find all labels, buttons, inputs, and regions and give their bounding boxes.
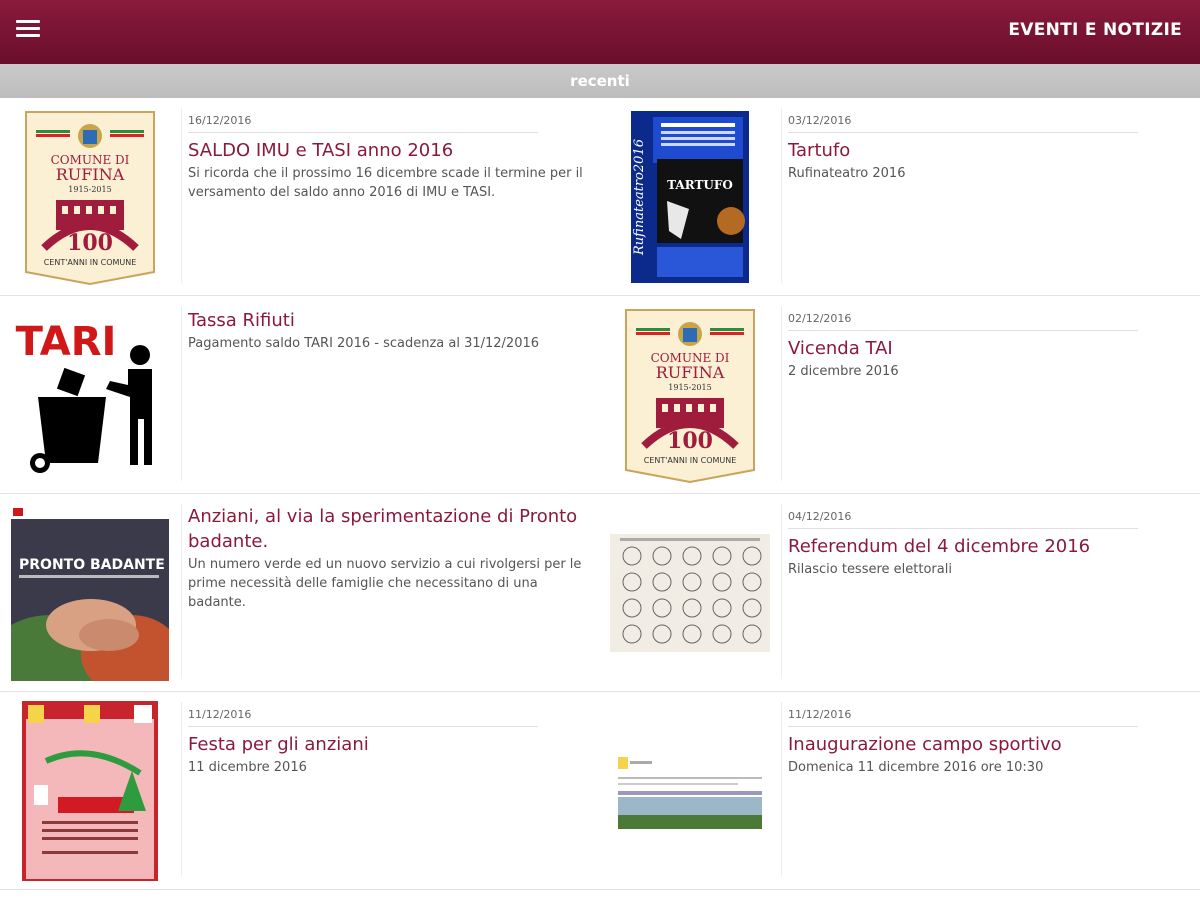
campo-sportivo-image — [610, 702, 770, 880]
item-title[interactable]: Referendum del 4 dicembre 2016 — [788, 534, 1188, 559]
news-item[interactable]: COMUNE DI RUFINA 1915-2015 100 CENT'ANNI… — [600, 296, 1200, 493]
item-title[interactable]: Anziani, al via la sperimentazione di Pr… — [188, 504, 588, 554]
item-description: 2 dicembre 2016 — [788, 364, 899, 379]
news-item[interactable]: 11/12/2016 Festa per gli anziani 11 dice… — [0, 692, 600, 889]
tari-image: TARI — [10, 306, 170, 484]
svg-text:100: 100 — [667, 428, 713, 454]
svg-text:PRONTO BADANTE: PRONTO BADANTE — [19, 557, 165, 573]
item-date: 11/12/2016 — [788, 708, 1138, 727]
news-item[interactable]: TARI Tassa Rifiuti Pagamento saldo TARI … — [0, 296, 600, 493]
svg-text:TARTUFO: TARTUFO — [667, 178, 733, 192]
festa-anziani-poster-image — [10, 701, 170, 881]
item-description: 11 dicembre 2016 — [188, 760, 307, 775]
item-title[interactable]: Tassa Rifiuti — [188, 308, 588, 333]
app-header: EVENTI E NOTIZIE — [0, 0, 1200, 64]
svg-text:TARI: TARI — [16, 319, 117, 365]
item-date: 11/12/2016 — [188, 708, 538, 727]
svg-text:CENT'ANNI IN COMUNE: CENT'ANNI IN COMUNE — [44, 258, 137, 267]
referendum-document-image — [610, 504, 770, 682]
pronto-badante-image: PRONTO BADANTE — [10, 504, 170, 682]
item-description: Rufinateatro 2016 — [788, 166, 906, 181]
news-item[interactable]: 11/12/2016 Inaugurazione campo sportivo … — [600, 692, 1200, 889]
item-description: Pagamento saldo TARI 2016 - scadenza al … — [188, 336, 540, 351]
hamburger-menu-icon[interactable] — [16, 20, 40, 40]
svg-text:1915-2015: 1915-2015 — [668, 383, 711, 392]
tartufo-poster-image: TARTUFO Rufinateatro2016 — [610, 108, 770, 286]
news-item[interactable]: 04/12/2016 Referendum del 4 dicembre 201… — [600, 494, 1200, 691]
item-description: Un numero verde ed un nuovo servizio a c… — [188, 557, 582, 610]
item-description: Rilascio tessere elettorali — [788, 562, 952, 577]
news-item[interactable]: TARTUFO Rufinateatro2016 03/12/2016 Tart… — [600, 98, 1200, 295]
item-title[interactable]: Tartufo — [788, 138, 1188, 163]
item-title[interactable]: Vicenda TAI — [788, 336, 1188, 361]
list-row: 11/12/2016 Festa per gli anziani 11 dice… — [0, 692, 1200, 890]
section-label: recenti — [570, 72, 630, 90]
list-row: PRONTO BADANTE Anziani, al via la sperim… — [0, 494, 1200, 692]
item-date: 16/12/2016 — [188, 114, 538, 133]
item-title[interactable]: Inaugurazione campo sportivo — [788, 732, 1188, 757]
svg-text:1915-2015: 1915-2015 — [68, 185, 111, 194]
section-header: recenti — [0, 64, 1200, 98]
svg-text:RUFINA: RUFINA — [656, 363, 725, 382]
item-date: 03/12/2016 — [788, 114, 1138, 133]
item-description: Domenica 11 dicembre 2016 ore 10:30 — [788, 760, 1044, 775]
item-date: 02/12/2016 — [788, 312, 1138, 331]
news-item[interactable]: PRONTO BADANTE Anziani, al via la sperim… — [0, 494, 600, 691]
item-description: Si ricorda che il prossimo 16 dicembre s… — [188, 166, 583, 200]
list-row: TARI Tassa Rifiuti Pagamento saldo TARI … — [0, 296, 1200, 494]
comune-logo-image: COMUNE DI RUFINA 1915-2015 100 CENT'ANNI… — [610, 306, 770, 484]
item-date: 04/12/2016 — [788, 510, 1138, 529]
svg-text:CENT'ANNI IN COMUNE: CENT'ANNI IN COMUNE — [644, 456, 737, 465]
svg-text:100: 100 — [67, 230, 113, 256]
comune-logo-image: COMUNE DI RUFINA 1915-2015 100 CENT'ANNI… — [10, 108, 170, 286]
item-title[interactable]: Festa per gli anziani — [188, 732, 588, 757]
page-title: EVENTI E NOTIZIE — [1008, 20, 1182, 40]
item-title[interactable]: SALDO IMU e TASI anno 2016 — [188, 138, 588, 163]
svg-text:RUFINA: RUFINA — [56, 165, 125, 184]
list-row: COMUNE DI RUFINA 1915-2015 100 CENT'ANNI… — [0, 98, 1200, 296]
news-item[interactable]: COMUNE DI RUFINA 1915-2015 100 CENT'ANNI… — [0, 98, 600, 295]
svg-text:Rufinateatro2016: Rufinateatro2016 — [632, 139, 647, 256]
news-list: COMUNE DI RUFINA 1915-2015 100 CENT'ANNI… — [0, 98, 1200, 890]
